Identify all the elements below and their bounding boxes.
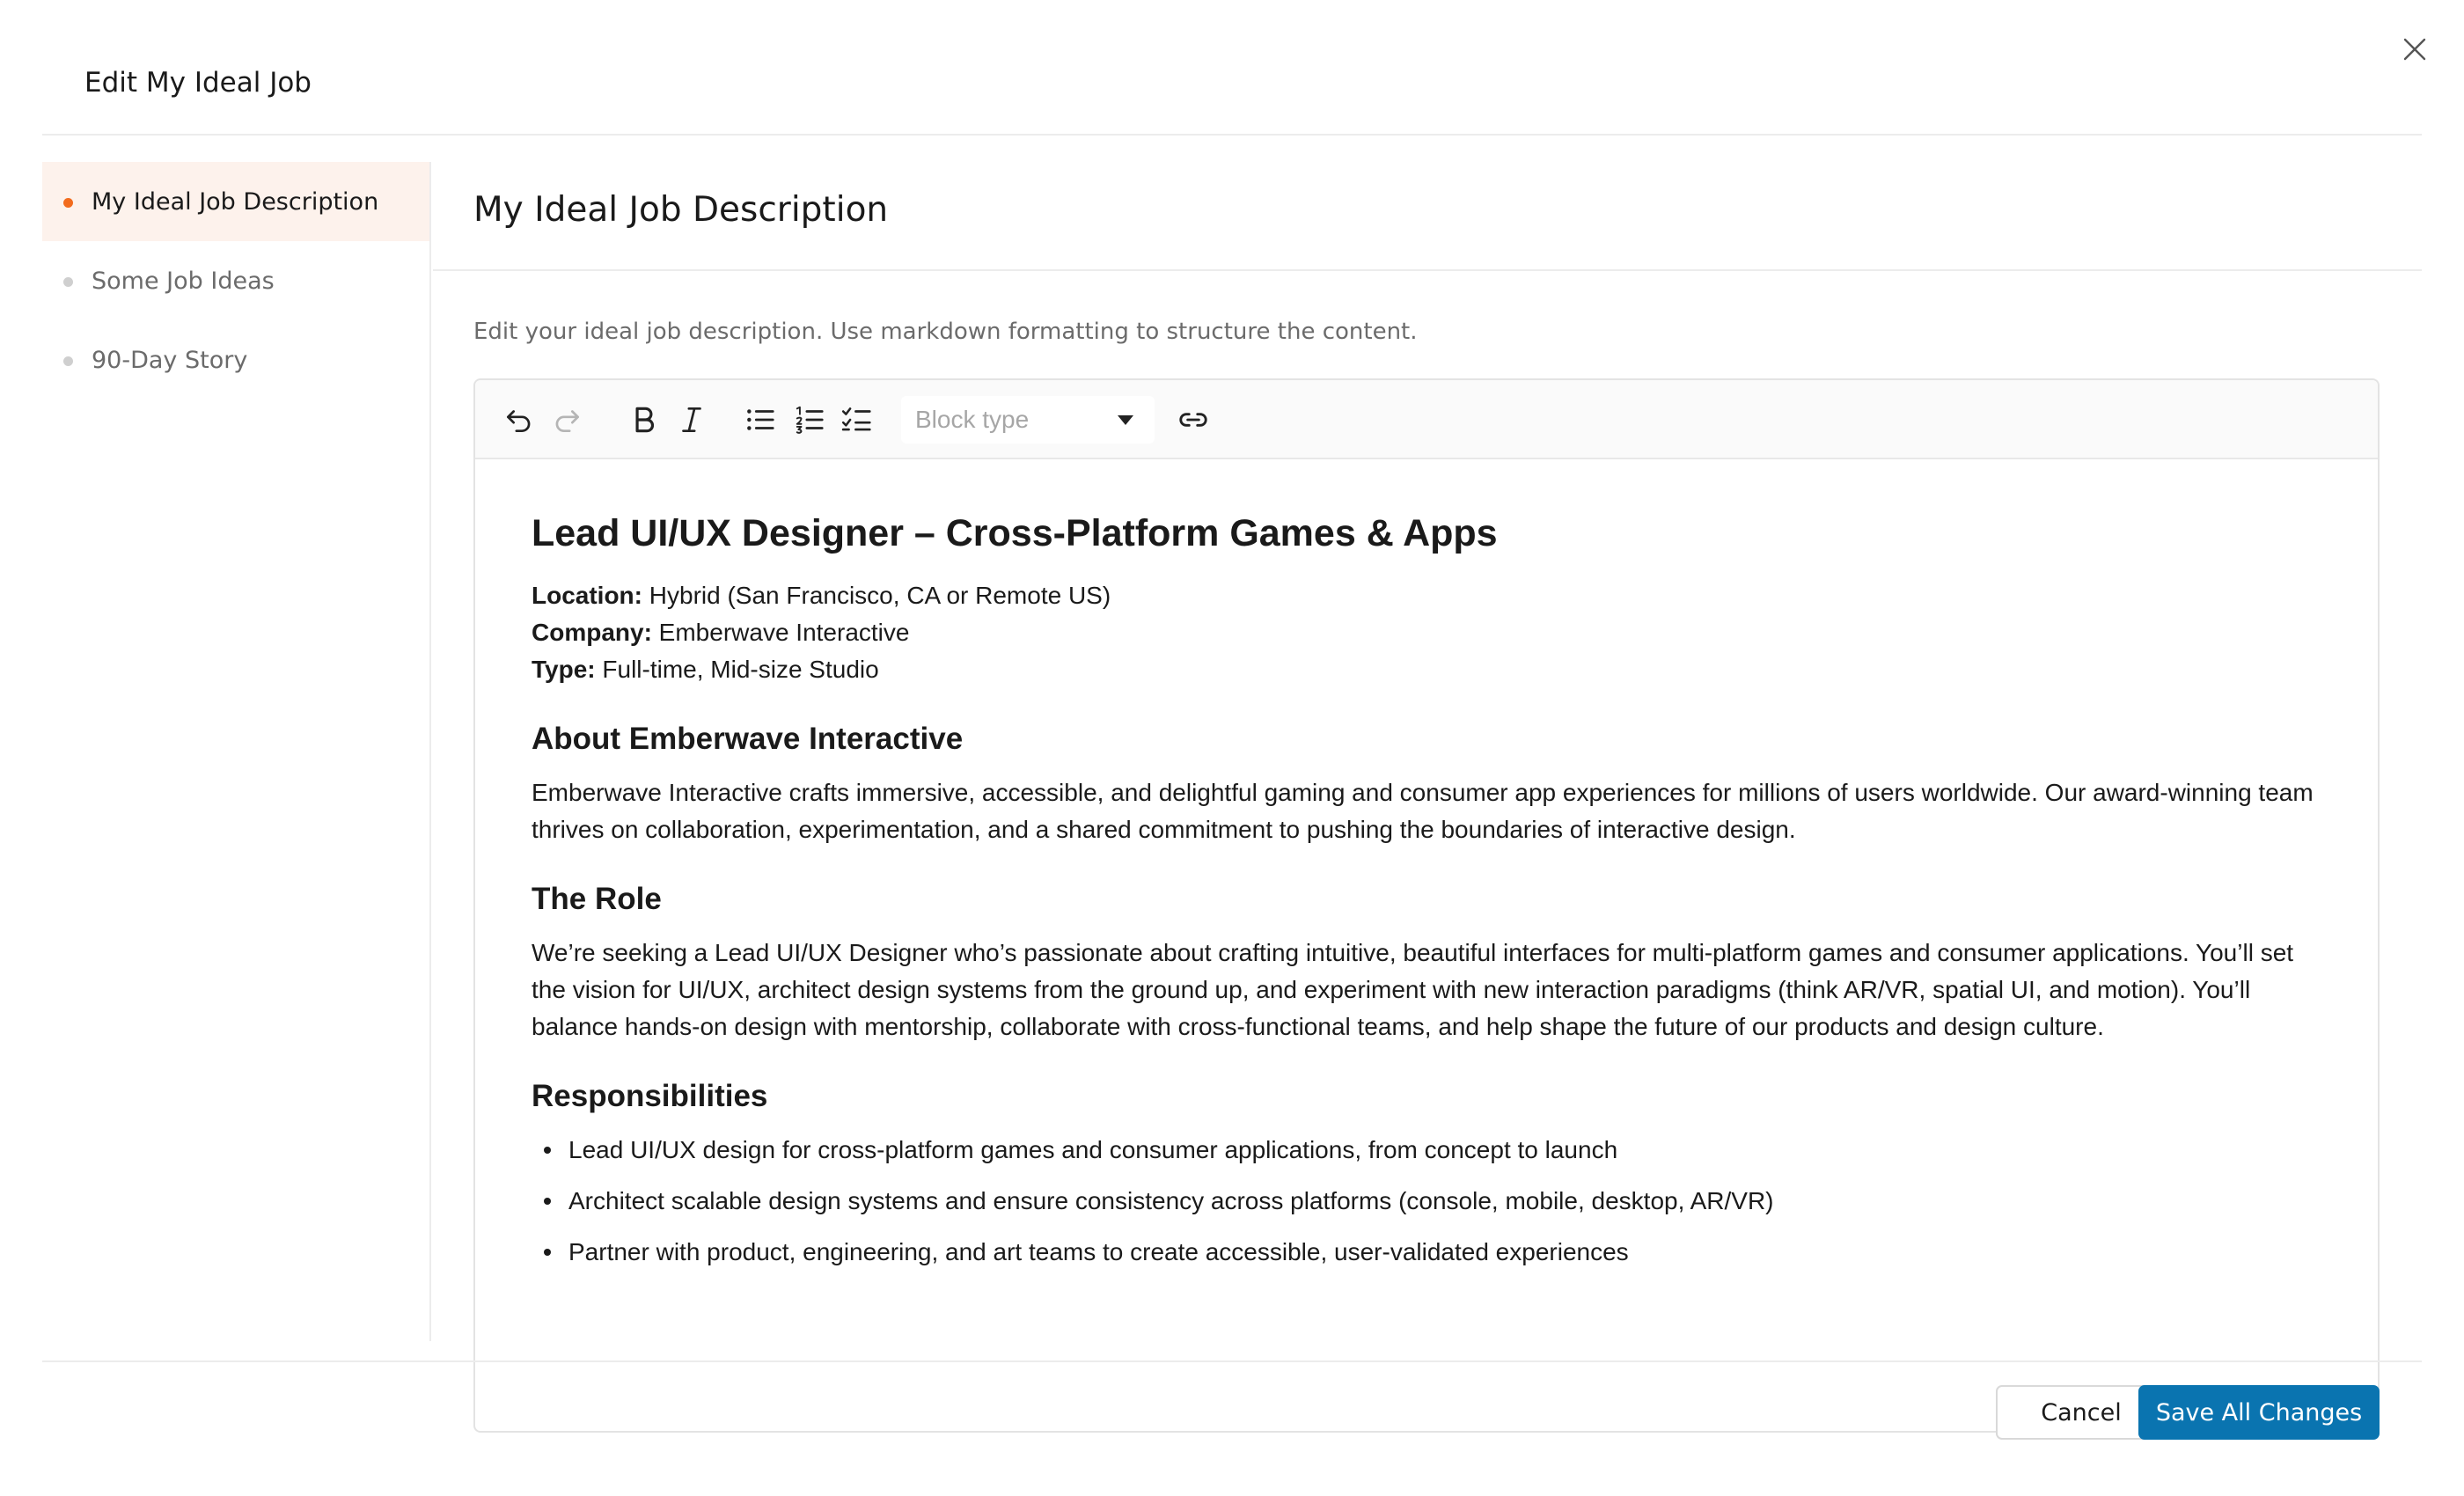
close-button[interactable] [2395, 30, 2434, 69]
section-content: My Ideal Job Description Edit your ideal… [433, 136, 2422, 1433]
dot-icon [63, 277, 73, 287]
modal-title: Edit My Ideal Job [84, 67, 312, 99]
meta-value: Hybrid (San Francisco, CA or Remote US) [642, 582, 1111, 609]
sidebar-item-ideal-job-description[interactable]: My Ideal Job Description [42, 162, 429, 241]
role-paragraph: We’re seeking a Lead UI/UX Designer who’… [532, 939, 2294, 1040]
modal-footer: Cancel Save All Changes [42, 1360, 2422, 1496]
meta-value: Full-time, Mid-size Studio [595, 656, 879, 683]
meta-value: Emberwave Interactive [651, 619, 910, 646]
redo-button[interactable] [547, 400, 586, 439]
section-header: My Ideal Job Description [433, 136, 2422, 271]
meta-company: Company: Emberwave Interactive [532, 614, 2320, 651]
section-description: Edit your ideal job description. Use mar… [473, 319, 1418, 345]
active-dot-icon [63, 198, 73, 208]
save-all-changes-button[interactable]: Save All Changes [2138, 1385, 2380, 1440]
sidebar-item-label: Some Job Ideas [92, 267, 275, 295]
editor-toolbar: Block type [475, 380, 2378, 459]
numbered-list-button[interactable] [790, 400, 829, 439]
meta-location: Location: Hybrid (San Francisco, CA or R… [532, 577, 2320, 614]
meta-label: Company: [532, 619, 652, 646]
list-item: Partner with product, engineering, and a… [532, 1234, 2320, 1271]
edit-ideal-job-modal: Edit My Ideal Job My Ideal Job Descripti… [0, 0, 2464, 1496]
meta-label: Location: [532, 582, 642, 609]
meta-type: Type: Full-time, Mid-size Studio [532, 651, 2320, 688]
sidebar-item-label: 90-Day Story [92, 346, 248, 374]
about-heading: About Emberwave Interactive [532, 722, 964, 756]
sidebar-item-job-ideas[interactable]: Some Job Ideas [42, 241, 429, 320]
numbered-list-icon [796, 406, 824, 434]
block-type-placeholder: Block type [915, 406, 1030, 433]
list-item: Lead UI/UX design for cross-platform gam… [532, 1132, 2320, 1169]
editor-content[interactable]: Lead UI/UX Designer – Cross-Platform Gam… [475, 459, 2378, 1431]
undo-icon [506, 410, 531, 433]
responsibilities-heading: Responsibilities [532, 1079, 768, 1113]
bold-icon [635, 407, 655, 433]
checklist-icon [841, 407, 871, 431]
link-icon [1179, 413, 1207, 427]
bullet-list-icon [747, 409, 774, 430]
sidebar-item-label: My Ideal Job Description [92, 187, 379, 216]
modal-header: Edit My Ideal Job [42, 0, 2422, 136]
italic-icon [682, 407, 701, 433]
section-title: My Ideal Job Description [473, 190, 889, 230]
redo-icon [555, 410, 580, 433]
bullet-list-button[interactable] [741, 400, 780, 439]
chevron-down-icon [1118, 415, 1133, 425]
role-heading: The Role [532, 882, 662, 916]
italic-button[interactable] [672, 400, 711, 439]
block-type-select[interactable]: Block type [901, 396, 1155, 444]
job-title-heading: Lead UI/UX Designer – Cross-Platform Gam… [532, 512, 1498, 554]
responsibilities-list: Lead UI/UX design for cross-platform gam… [532, 1132, 2320, 1271]
section-sidebar: My Ideal Job Description Some Job Ideas … [42, 162, 431, 1341]
sidebar-item-90-day-story[interactable]: 90-Day Story [42, 320, 429, 400]
about-paragraph: Emberwave Interactive crafts immersive, … [532, 779, 2314, 843]
dot-icon [63, 356, 73, 366]
meta-label: Type: [532, 656, 596, 683]
link-button[interactable] [1174, 400, 1213, 439]
markdown-editor: Block type Lead UI/UX Designer – Cross-P… [473, 378, 2380, 1433]
bold-button[interactable] [625, 400, 664, 439]
close-icon [2403, 38, 2426, 61]
checklist-button[interactable] [838, 400, 876, 439]
undo-button[interactable] [500, 400, 539, 439]
list-item: Architect scalable design systems and en… [532, 1183, 2320, 1220]
